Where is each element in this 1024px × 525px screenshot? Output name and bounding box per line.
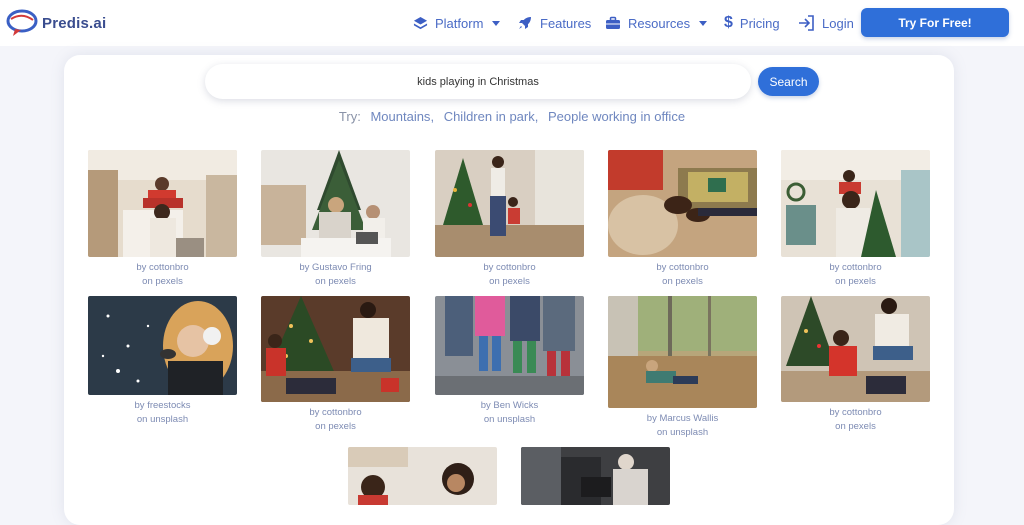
photo-author[interactable]: by cottonbro [261, 406, 410, 420]
photo-thumbnail[interactable] [348, 447, 497, 505]
nav-login[interactable]: Login [798, 12, 854, 34]
photo-source[interactable]: on unsplash [88, 413, 237, 427]
nav-pricing-label: Pricing [739, 15, 780, 31]
photo-thumbnail[interactable] [88, 150, 237, 257]
photo-thumbnail[interactable] [781, 296, 930, 402]
brand-logo[interactable]: Predis.ai [6, 9, 106, 37]
photo-thumbnail[interactable] [88, 296, 237, 395]
photo-thumbnail[interactable] [781, 150, 930, 257]
layers-icon [413, 16, 428, 29]
photo-author[interactable]: by cottonbro [781, 406, 930, 420]
dollar-icon: $ [724, 14, 733, 31]
search-bar [205, 64, 751, 99]
photo-source[interactable]: on pexels [261, 275, 410, 289]
result-tile[interactable]: by cottonbro on pexels [435, 150, 584, 289]
result-tile[interactable]: by cottonbro on pexels [608, 150, 757, 289]
suggestions-row: Try: Mountains, Children in park, People… [0, 109, 1024, 124]
suggestion-separator: , [430, 109, 435, 124]
photo-author[interactable]: by Ben Wicks [435, 399, 584, 413]
nav-features[interactable]: Features [517, 12, 591, 34]
photo-thumbnail[interactable] [608, 296, 757, 408]
photo-author[interactable]: by cottonbro [435, 261, 584, 275]
result-tile[interactable]: by Gustavo Fring on pexels [261, 150, 410, 289]
top-navbar: Predis.ai Platform Features Resources $ … [0, 0, 1024, 46]
search-results-card [64, 55, 954, 525]
result-tile[interactable] [348, 447, 497, 505]
suggestion-children-in-park[interactable]: Children in park [444, 109, 535, 124]
photo-source[interactable]: on pexels [781, 420, 930, 434]
try-label: Try: [338, 109, 361, 124]
nav-resources[interactable]: Resources [605, 12, 708, 34]
photo-source[interactable]: on pexels [261, 420, 410, 434]
nav-login-label: Login [822, 15, 854, 31]
nav-platform-label: Platform [435, 15, 484, 31]
photo-thumbnail[interactable] [435, 296, 584, 395]
photo-source[interactable]: on unsplash [435, 413, 584, 427]
photo-source[interactable]: on pexels [608, 275, 757, 289]
result-tile[interactable]: by Ben Wicks on unsplash [435, 296, 584, 427]
result-tile[interactable]: by cottonbro on pexels [261, 296, 410, 434]
nav-resources-label: Resources [628, 15, 691, 31]
photo-author[interactable]: by Marcus Wallis [608, 412, 757, 426]
chevron-down-icon [492, 20, 501, 26]
photo-author[interactable]: by Gustavo Fring [261, 261, 410, 275]
result-tile[interactable]: by cottonbro on pexels [781, 296, 930, 434]
search-button[interactable]: Search [758, 67, 819, 96]
result-tile[interactable]: by Marcus Wallis on unsplash [608, 296, 757, 440]
rocket-icon [519, 17, 531, 29]
nav-platform[interactable]: Platform [413, 12, 501, 34]
briefcase-icon [606, 16, 620, 29]
search-input[interactable] [205, 64, 751, 99]
photo-thumbnail[interactable] [608, 150, 757, 257]
suggestion-people-working[interactable]: People working in office [548, 109, 685, 124]
photo-source[interactable]: on pexels [88, 275, 237, 289]
chevron-down-icon [699, 20, 708, 26]
photo-author[interactable]: by cottonbro [781, 261, 930, 275]
try-for-free-button[interactable]: Try For Free! [861, 8, 1009, 37]
suggestion-separator: , [534, 109, 539, 124]
nav-features-label: Features [540, 15, 592, 31]
login-icon [799, 15, 814, 31]
photo-source[interactable]: on pexels [781, 275, 930, 289]
photo-source[interactable]: on pexels [435, 275, 584, 289]
photo-source[interactable]: on unsplash [608, 426, 757, 440]
suggestion-mountains[interactable]: Mountains [370, 109, 430, 124]
photo-thumbnail[interactable] [261, 296, 410, 402]
result-tile[interactable]: by cottonbro on pexels [88, 150, 237, 289]
nav-pricing[interactable]: $ Pricing [724, 12, 780, 34]
photo-thumbnail[interactable] [261, 150, 410, 257]
photo-author[interactable]: by cottonbro [608, 261, 757, 275]
photo-author[interactable]: by cottonbro [88, 261, 237, 275]
photo-author[interactable]: by freestocks [88, 399, 237, 413]
speech-bubble-logo-icon [6, 9, 38, 36]
result-tile[interactable]: by freestocks on unsplash [88, 296, 237, 427]
result-tile[interactable] [521, 447, 670, 505]
photo-thumbnail[interactable] [521, 447, 670, 505]
result-tile[interactable]: by cottonbro on pexels [781, 150, 930, 289]
brand-name: Predis.ai [42, 14, 107, 32]
photo-thumbnail[interactable] [435, 150, 584, 257]
